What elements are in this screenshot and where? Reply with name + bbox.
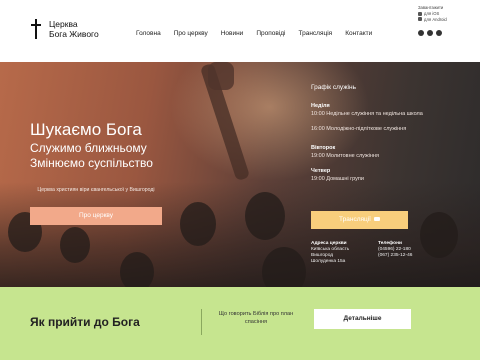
hero-subtitle-1: Служимо ближньому	[30, 141, 147, 155]
logo-text: Церква Бога Живого	[49, 19, 99, 39]
android-icon	[418, 17, 422, 22]
nav-about[interactable]: Про церкву	[174, 30, 208, 37]
schedule-event: 19:00 Домашні групи	[311, 176, 364, 182]
about-church-button[interactable]: Про церкву	[30, 207, 162, 225]
app-android-link[interactable]: для Android	[418, 17, 447, 23]
broadcast-button[interactable]: Трансляції	[311, 211, 408, 229]
raised-hand	[208, 62, 234, 90]
crowd-head	[420, 212, 458, 258]
band-title: Як прийти до Бога	[30, 315, 140, 329]
facebook-icon[interactable]	[418, 30, 424, 36]
band-divider	[201, 309, 202, 335]
logo[interactable]: Церква Бога Живого	[30, 19, 99, 39]
band-text: Що говорить Біблія про план спасіння	[218, 311, 294, 325]
crowd-head	[120, 252, 154, 287]
apple-icon	[418, 11, 422, 16]
nav-news[interactable]: Новини	[221, 30, 244, 37]
hero-section: Шукаємо Бога Служимо ближньому Змінюємо …	[0, 62, 480, 287]
app-downloads: Завантажити для iOS для Android	[418, 5, 447, 22]
youtube-icon[interactable]	[436, 30, 442, 36]
schedule-event: 10:00 Недільне служіння та недільна школ…	[311, 111, 423, 117]
crowd-head	[245, 192, 285, 240]
hero-description: Церква християн віри євангельської у Виш…	[37, 187, 155, 193]
schedule-event: 16:00 Молодіжно-підліткове служіння	[311, 126, 407, 132]
social-links	[418, 30, 442, 36]
youtube-icon	[373, 217, 380, 222]
logo-line-1: Церква	[49, 19, 78, 29]
schedule-day: Четвер	[311, 168, 331, 174]
nav-broadcast[interactable]: Трансляція	[299, 30, 333, 37]
hero-title: Шукаємо Бога	[30, 120, 142, 139]
schedule-title: Графік служінь	[311, 84, 356, 91]
church-address: Адреса церкви Київська область Вишгород …	[311, 241, 349, 265]
main-nav: Головна Про церкву Новини Проповіді Тран…	[136, 30, 372, 37]
salvation-band: Як прийти до Бога Що говорить Біблія про…	[0, 287, 480, 360]
nav-home[interactable]: Головна	[136, 30, 161, 37]
site-header: Церква Бога Живого Головна Про церкву Но…	[0, 0, 480, 62]
address-line: Шолуденка 15а	[311, 259, 346, 264]
church-phones: Телефони (04596) 22-180 (067) 235-12-46	[378, 241, 412, 259]
broadcast-button-label: Трансляції	[339, 216, 371, 223]
phone-number[interactable]: (067) 235-12-46	[378, 253, 412, 259]
instagram-icon[interactable]	[427, 30, 433, 36]
app-android-label: для Android	[424, 16, 447, 22]
crowd-head	[180, 202, 216, 246]
schedule-day: Вівторок	[311, 145, 336, 151]
schedule-event: 19:00 Молитовне служіння	[311, 153, 379, 159]
crowd-head	[60, 227, 90, 263]
nav-contacts[interactable]: Контакти	[345, 30, 372, 37]
more-details-button[interactable]: Детальніше	[314, 309, 411, 329]
service-schedule: Графік служінь Неділя 10:00 Недільне слу…	[311, 84, 423, 182]
cross-icon	[30, 19, 42, 39]
logo-line-2: Бога Живого	[49, 29, 99, 39]
schedule-day: Неділя	[311, 103, 330, 109]
nav-sermons[interactable]: Проповіді	[256, 30, 285, 37]
hero-subtitle-2: Змінюємо суспільство	[30, 156, 153, 170]
